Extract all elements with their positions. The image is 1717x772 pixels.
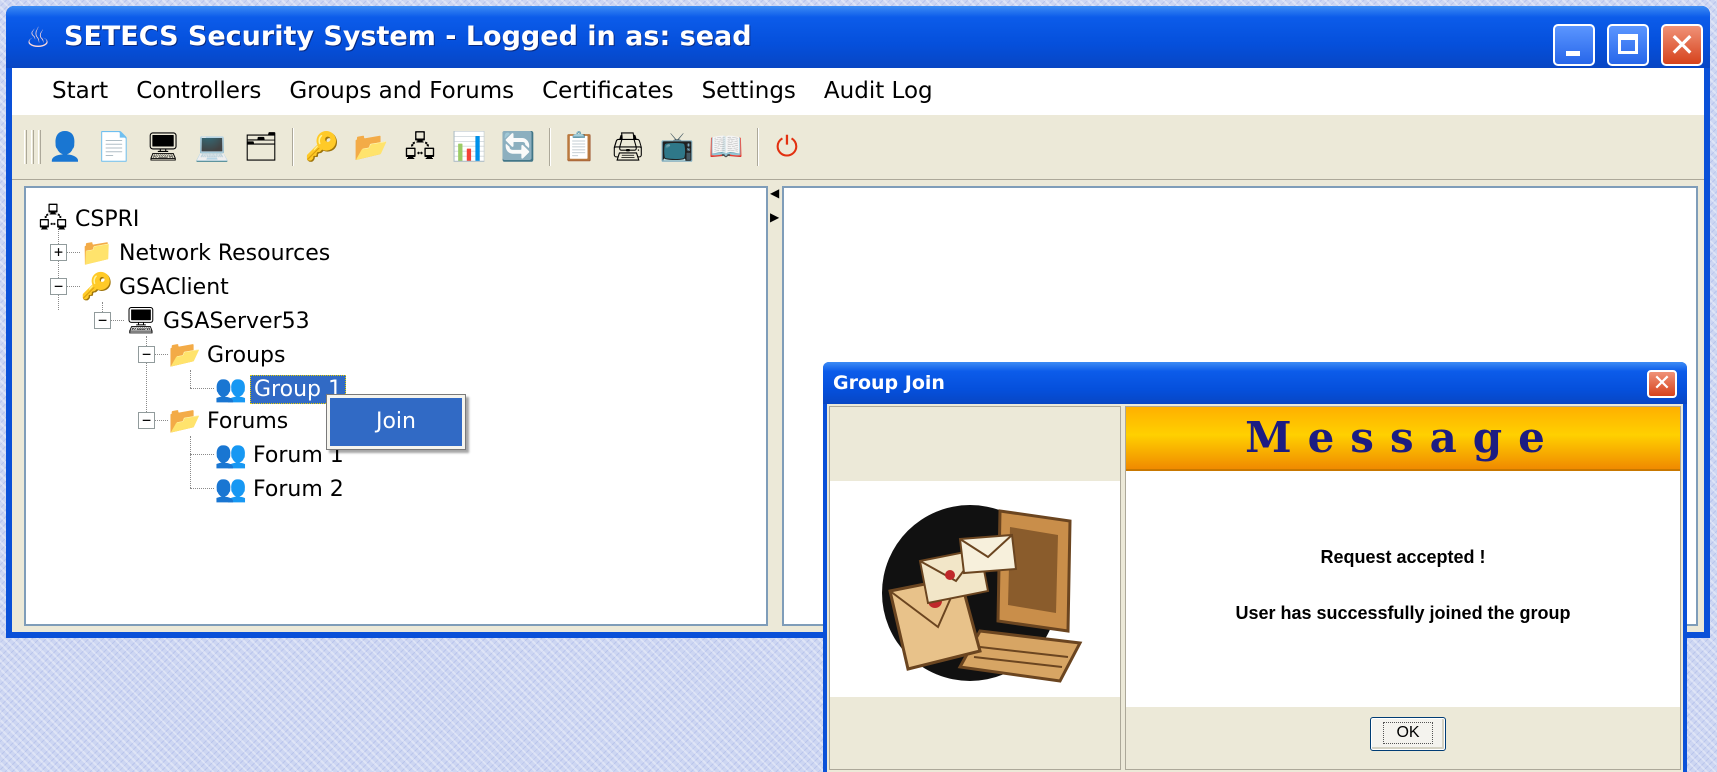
collapse-forums[interactable]: −: [138, 412, 155, 429]
tree-label: GSAClient: [119, 274, 229, 300]
dialog-body: Message Request accepted ! User has succ…: [827, 404, 1683, 772]
group-join-dialog: Group Join ✕ Message Request accepted ! …: [823, 362, 1687, 772]
window-title: SETECS Security System - Logged in as: s…: [64, 21, 752, 52]
folder-open-icon: 📂: [168, 340, 202, 370]
tree-connector: [190, 488, 214, 489]
mail-computer-icon: [882, 505, 1083, 683]
client-key-icon: 🔑: [80, 272, 114, 302]
pane-splitter[interactable]: ◀ ▶: [769, 186, 783, 626]
tree-connector: [190, 388, 214, 389]
tree-item-gsaclient[interactable]: 🔑 GSAClient: [78, 270, 232, 304]
message-heading: Message: [1245, 413, 1561, 462]
network-icon[interactable]: 🖧: [400, 127, 440, 167]
expand-network-resources[interactable]: +: [50, 244, 67, 261]
tree-label: Network Resources: [119, 240, 331, 266]
tree-item-forum-2[interactable]: 👥 Forum 2: [212, 472, 347, 506]
tree-label: GSAServer53: [163, 308, 310, 334]
tree-connector: [190, 370, 191, 388]
folder-open-icon[interactable]: 📂: [351, 127, 391, 167]
toolbar-grip[interactable]: [24, 130, 27, 164]
help-book-icon[interactable]: 📖: [706, 127, 746, 167]
maximize-button[interactable]: [1607, 24, 1649, 66]
minimize-button[interactable]: [1553, 24, 1595, 66]
user-key-icon[interactable]: 🔑: [302, 127, 342, 167]
toolbar: 👤 📄 🖥 💻 🗂 🔑 📂 🖧 📊 🔄 📋 🖨 📺 📖 ⏻: [12, 114, 1704, 180]
power-off-icon[interactable]: ⏻: [767, 127, 807, 167]
refresh-icon[interactable]: 🔄: [498, 127, 538, 167]
menu-audit-log[interactable]: Audit Log: [824, 78, 933, 104]
dialog-title-bar[interactable]: Group Join ✕: [823, 362, 1687, 404]
title-bar[interactable]: ♨ SETECS Security System - Logged in as:…: [6, 6, 1710, 68]
message-banner: Message: [1126, 407, 1680, 471]
close-icon: ✕: [1652, 371, 1672, 396]
ok-button[interactable]: OK: [1370, 717, 1446, 751]
close-button[interactable]: ✕: [1661, 24, 1703, 66]
users-group-icon: 👥: [214, 374, 248, 404]
chart-window-icon[interactable]: 📊: [449, 127, 489, 167]
dialog-footer: OK: [1126, 707, 1680, 769]
collapse-groups[interactable]: −: [138, 346, 155, 363]
menu-bar: Start Controllers Groups and Forums Cert…: [12, 68, 1704, 114]
users-group-icon: 👥: [214, 440, 248, 470]
toolbar-grip[interactable]: [38, 130, 41, 164]
tree-label: Forums: [207, 408, 289, 434]
toolbar-separator: [292, 128, 294, 166]
monitor-send-icon[interactable]: 💻: [192, 127, 232, 167]
dialog-close-button[interactable]: ✕: [1647, 370, 1677, 398]
tree-connector: [58, 224, 59, 310]
maximize-icon: [1618, 34, 1638, 54]
printer-icon[interactable]: 🖨: [608, 127, 648, 167]
users-group-icon: 👥: [214, 474, 248, 504]
menu-start[interactable]: Start: [52, 78, 108, 104]
monitor-red-icon[interactable]: 🖥: [143, 127, 183, 167]
splitter-right-arrow-icon[interactable]: ▶: [770, 210, 779, 224]
documents-icon[interactable]: 📄: [94, 127, 134, 167]
key-card-icon[interactable]: 🗂: [241, 127, 281, 167]
dialog-message-panel: Message Request accepted ! User has succ…: [1125, 406, 1681, 770]
tree-item-forums[interactable]: 📂 Forums: [166, 404, 291, 438]
toolbar-grip[interactable]: [31, 130, 34, 164]
folder-icon: 📁: [80, 238, 114, 268]
user-admin-icon[interactable]: 👤: [45, 127, 85, 167]
menu-groups-and-forums[interactable]: Groups and Forums: [289, 78, 514, 104]
close-icon: ✕: [1668, 26, 1696, 64]
context-menu-join[interactable]: Join: [330, 398, 462, 446]
menu-controllers[interactable]: Controllers: [136, 78, 261, 104]
app-logo-icon: ♨: [25, 21, 51, 54]
computer-icon: 🖥: [124, 306, 158, 336]
tree-label: Forum 2: [253, 476, 344, 502]
ok-button-label: OK: [1383, 722, 1433, 744]
tree-item-gsaserver53[interactable]: 🖥 GSAServer53: [122, 304, 313, 338]
dialog-image-panel: [829, 406, 1121, 770]
mail-computer-illustration: [830, 481, 1120, 697]
context-menu: Join: [326, 394, 466, 450]
collapse-gsaclient[interactable]: −: [50, 278, 67, 295]
message-line-2: User has successfully joined the group: [1235, 603, 1571, 623]
display-settings-icon[interactable]: 📺: [657, 127, 697, 167]
network-tree-icon: 🖧: [38, 204, 68, 234]
toolbar-separator: [549, 128, 551, 166]
tree-item-cspri[interactable]: 🖧 CSPRI: [34, 202, 142, 236]
splitter-left-arrow-icon[interactable]: ◀: [770, 186, 779, 200]
toolbar-separator: [757, 128, 759, 166]
tree-item-network-resources[interactable]: 📁 Network Resources: [78, 236, 333, 270]
collapse-gsaserver[interactable]: −: [94, 312, 111, 329]
tree-connector: [190, 436, 191, 488]
tree-label: CSPRI: [75, 206, 140, 232]
tree-label: Groups: [207, 342, 286, 368]
tree-connector: [190, 454, 214, 455]
minimize-icon: [1566, 51, 1580, 56]
properties-icon[interactable]: 📋: [559, 127, 599, 167]
menu-settings[interactable]: Settings: [702, 78, 796, 104]
menu-certificates[interactable]: Certificates: [542, 78, 673, 104]
message-line-1: Request accepted !: [1320, 547, 1486, 567]
folder-open-icon: 📂: [168, 406, 202, 436]
dialog-title: Group Join: [833, 372, 945, 394]
tree-item-groups[interactable]: 📂 Groups: [166, 338, 288, 372]
